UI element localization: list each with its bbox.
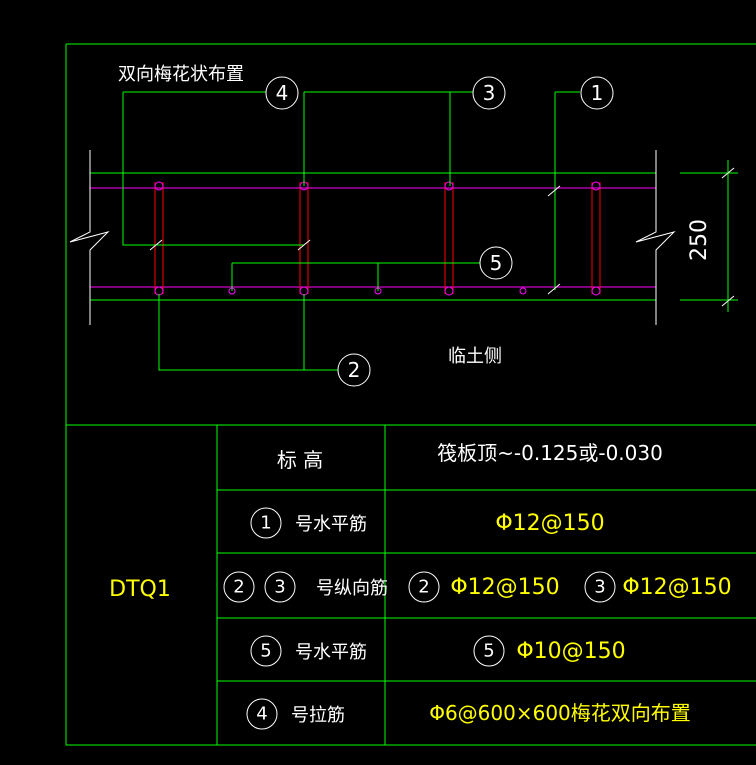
wall-reinforcement-drawing: 4 3 1 5 2 双向梅花状布置 临土侧 250 DTQ1 标 高 筏板顶~-… [65,43,756,746]
callout-4-label: 4 [276,81,289,105]
drawing-frame [65,43,756,746]
row2-value: Φ12@150 [450,575,559,600]
row4-num: 4 [256,704,267,725]
row2-num2: 3 [274,577,285,598]
row4-label: 号拉筋 [291,705,345,726]
callout-5-label: 5 [490,251,503,275]
dimension-label: 250 [687,219,712,261]
callout-2-label: 2 [348,358,361,382]
row1-label: 号水平筋 [295,514,367,535]
row2-val-num2: 3 [594,577,605,598]
break-line-left [69,150,110,325]
leader-lines [122,91,738,371]
callout-1-label: 1 [591,81,604,105]
break-line-right [635,150,676,325]
row2-num: 2 [233,577,244,598]
row1-num: 1 [260,513,271,534]
callout-circles [265,76,614,387]
row2-label: 号纵向筋 [316,578,388,599]
layout-note: 双向梅花状布置 [118,64,244,85]
row1-value: Φ12@150 [495,511,604,536]
wall-section [69,150,676,325]
row-elevation-label: 标 高 [277,448,323,472]
soil-side-label: 临土侧 [448,346,502,367]
row3-num: 5 [260,641,271,662]
row4-value: Φ6@600×600梅花双向布置 [429,701,691,725]
row2-value2: Φ12@150 [622,575,731,600]
row3-label: 号水平筋 [295,642,367,663]
callout-3-label: 3 [483,81,496,105]
row3-value: Φ10@150 [516,639,625,664]
row2-val-num: 2 [418,577,429,598]
table-id: DTQ1 [109,577,171,602]
row-elevation-value: 筏板顶~-0.125或-0.030 [437,441,663,465]
row3-val-num: 5 [483,641,494,662]
